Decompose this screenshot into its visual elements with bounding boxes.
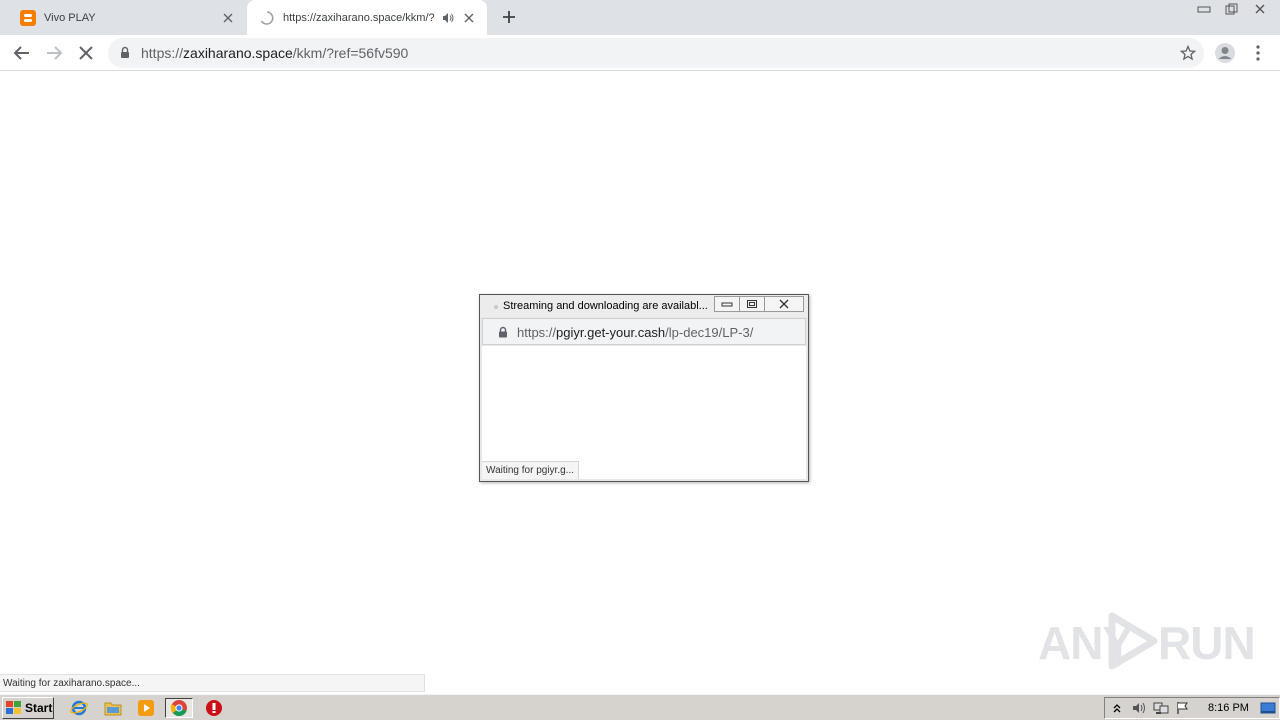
volume-icon[interactable] [1131, 700, 1147, 716]
play-logo-icon [1104, 612, 1160, 673]
tab-zaxiharano[interactable]: https://zaxiharano.space/kkm/? [247, 0, 487, 35]
windows-taskbar: Start 8:16 PM [0, 694, 1280, 720]
watermark-text-right: RUN [1158, 617, 1256, 669]
minimize-icon[interactable] [1190, 0, 1218, 18]
opera-icon[interactable] [203, 698, 225, 718]
popup-window[interactable]: Streaming and downloading are availabl..… [479, 294, 809, 482]
url-path: /lp-dec19/LP-3/ [665, 325, 754, 340]
show-hidden-icons-arrow-icon[interactable] [1109, 700, 1125, 716]
url-host: pgiyr.get-your.cash [556, 325, 666, 340]
popup-close-icon[interactable] [764, 296, 804, 312]
profile-avatar-icon[interactable] [1213, 41, 1237, 65]
popup-minimize-icon[interactable] [714, 296, 740, 312]
loading-spinner-icon [259, 10, 275, 26]
file-explorer-icon[interactable] [102, 698, 124, 718]
lock-icon[interactable] [120, 46, 130, 62]
window-controls [1190, 0, 1274, 18]
popup-window-controls [714, 296, 804, 312]
browser-toolbar: https://zaxiharano.space/kkm/?ref=56fv59… [0, 35, 1280, 71]
bookmark-star-icon[interactable] [1179, 44, 1197, 64]
start-button[interactable]: Start [2, 697, 54, 719]
address-url[interactable]: https://zaxiharano.space/kkm/?ref=56fv59… [141, 45, 408, 61]
speaker-icon[interactable] [441, 11, 455, 25]
popup-titlebar[interactable]: Streaming and downloading are availabl..… [480, 295, 808, 317]
network-icon[interactable] [1153, 700, 1169, 716]
start-label: Start [25, 701, 53, 715]
popup-url[interactable]: https://pgiyr.get-your.cash/lp-dec19/LP-… [517, 325, 753, 340]
popup-favicon-icon [493, 301, 499, 315]
status-bubble: Waiting for zaxiharano.space... [0, 674, 425, 692]
action-center-flag-icon[interactable] [1175, 700, 1191, 716]
url-scheme: https:// [517, 325, 557, 340]
url-path: /kkm/?ref=56fv590 [292, 45, 409, 61]
taskbar-clock[interactable]: 8:16 PM [1208, 702, 1249, 714]
internet-explorer-icon[interactable] [68, 698, 90, 718]
lock-icon[interactable] [498, 326, 508, 341]
back-arrow-icon[interactable] [10, 41, 34, 65]
popup-status-text: Waiting for pgiyr.g... [482, 461, 579, 479]
anyrun-watermark: ANY RUN [1036, 612, 1256, 673]
url-scheme: https:// [141, 45, 184, 61]
restore-icon[interactable] [1218, 0, 1246, 18]
system-tray: 8:16 PM [1104, 697, 1280, 719]
forward-arrow-icon[interactable] [42, 41, 66, 65]
blogger-icon [20, 9, 36, 26]
url-host: zaxiharano.space [183, 45, 293, 61]
tab-close-icon[interactable] [220, 10, 236, 26]
address-bar[interactable]: https://zaxiharano.space/kkm/?ref=56fv59… [108, 38, 1204, 68]
tab-vivo-play[interactable]: Vivo PLAY [8, 0, 246, 35]
tab-title: https://zaxiharano.space/kkm/? [283, 11, 435, 24]
menu-kebab-icon[interactable] [1246, 41, 1270, 65]
popup-address-bar[interactable]: https://pgiyr.get-your.cash/lp-dec19/LP-… [482, 318, 806, 345]
tab-strip: Vivo PLAY https://zaxiharano.space/kkm/? [0, 0, 1280, 35]
popup-content: Waiting for pgiyr.g... [482, 346, 806, 479]
new-tab-plus-icon[interactable] [500, 8, 518, 26]
popup-maximize-icon[interactable] [739, 296, 765, 312]
windows-logo-icon [6, 701, 22, 715]
chrome-taskbar-icon[interactable] [165, 698, 193, 718]
media-player-icon[interactable] [135, 698, 157, 718]
close-icon[interactable] [1246, 0, 1274, 18]
stop-loading-icon[interactable] [74, 41, 98, 65]
tab-close-icon[interactable] [461, 10, 477, 26]
show-desktop-icon[interactable] [1260, 700, 1276, 716]
tab-title: Vivo PLAY [44, 11, 96, 24]
popup-title: Streaming and downloading are availabl..… [503, 300, 708, 312]
